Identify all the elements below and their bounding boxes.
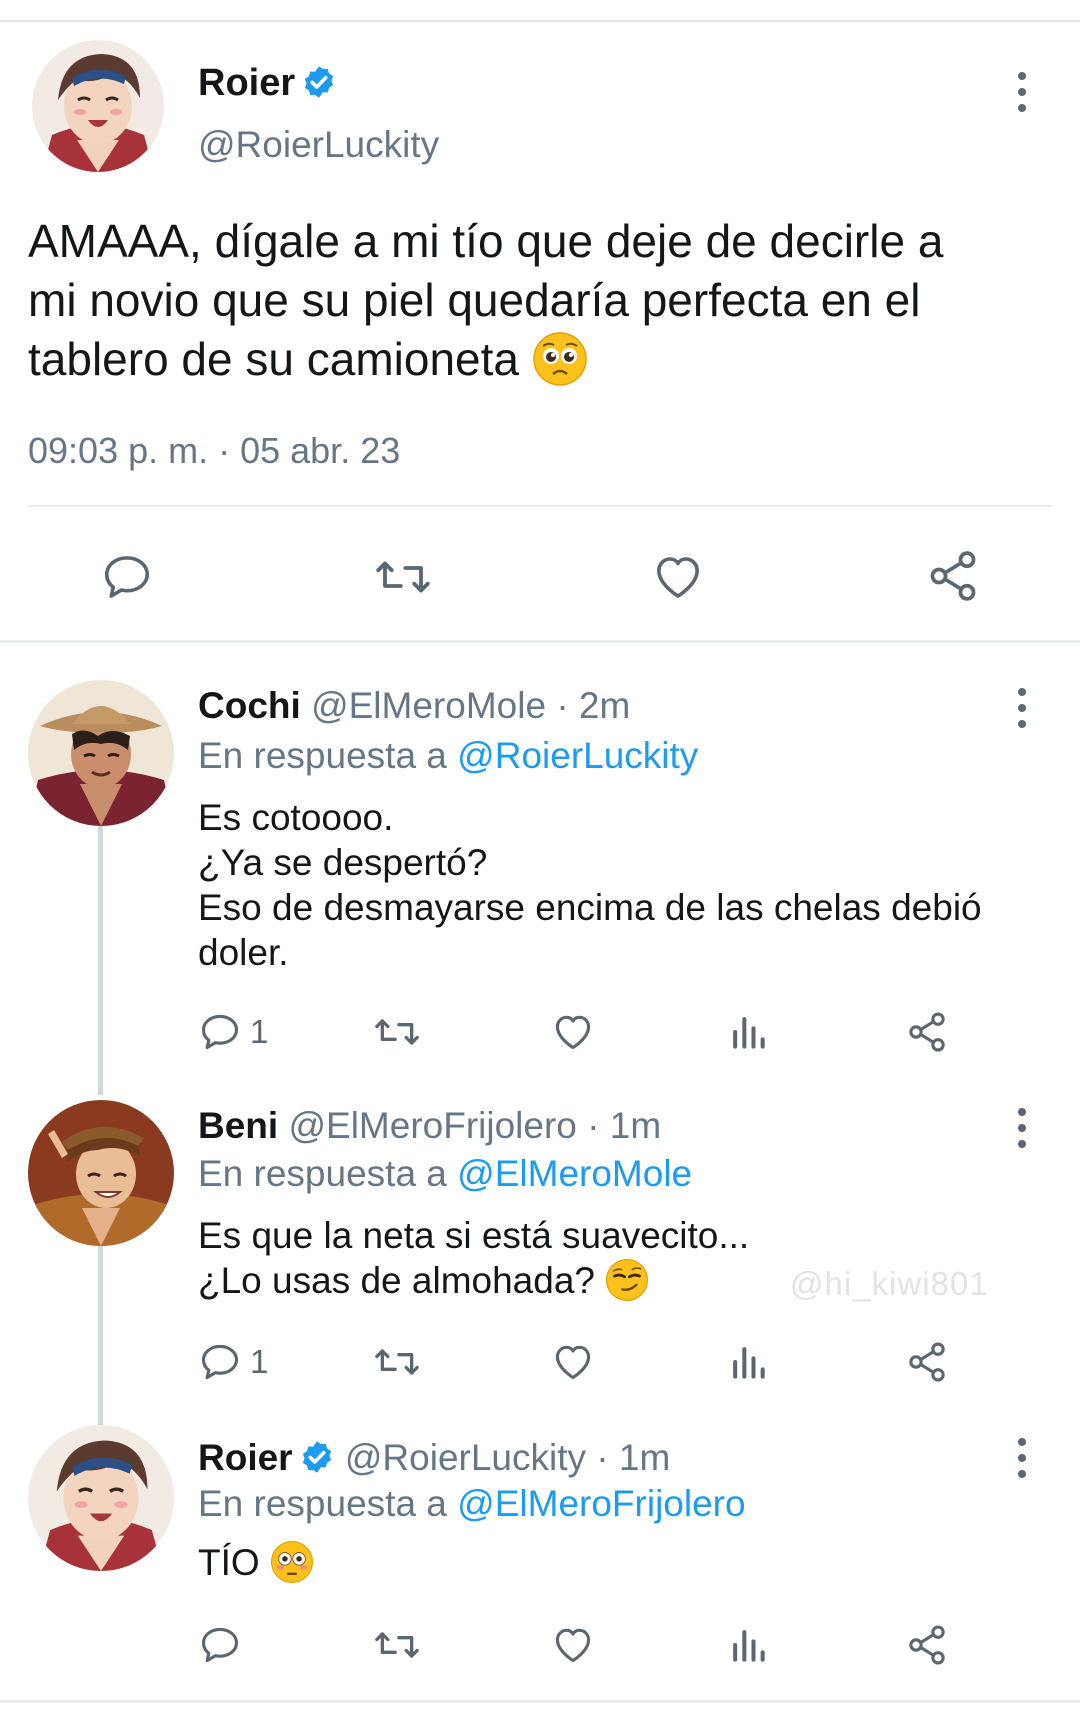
like-icon[interactable]	[550, 1623, 596, 1667]
tweet-timestamp: 09:03 p. m. · 05 abr. 23	[28, 430, 401, 471]
share-icon[interactable]	[925, 548, 981, 604]
avatar[interactable]	[32, 40, 164, 172]
reply-text-line: Es cotoooo.	[198, 797, 394, 838]
like-icon[interactable]	[550, 1010, 596, 1054]
top-divider	[0, 20, 1080, 22]
share-icon[interactable]	[905, 1623, 949, 1667]
avatar[interactable]	[28, 1425, 174, 1571]
pleading-face-emoji	[532, 331, 588, 387]
reply-header: Cochi @ElMeroMole · 2m	[198, 685, 630, 727]
avatar[interactable]	[28, 1100, 174, 1246]
retweet-icon[interactable]	[373, 1010, 421, 1054]
analytics-icon[interactable]	[728, 1340, 768, 1384]
reply-button[interactable]: 1	[198, 1010, 268, 1054]
tweet-text-line: tablero de su camioneta	[28, 330, 1048, 391]
retweet-icon[interactable]	[373, 1340, 421, 1384]
mention-link[interactable]: @ElMeroFrijolero	[457, 1483, 745, 1524]
thread-line	[98, 1245, 103, 1425]
reply-text-line: TÍO	[198, 1540, 1058, 1587]
reply-count: 1	[250, 1343, 269, 1380]
author-name[interactable]: Roier	[198, 62, 337, 105]
share-icon[interactable]	[905, 1010, 949, 1054]
more-options-icon[interactable]	[1014, 1106, 1028, 1150]
like-icon[interactable]	[550, 1340, 596, 1384]
in-reply-prefix: En respuesta a	[198, 1153, 447, 1194]
bottom-divider	[0, 1700, 1080, 1703]
flushed-face-emoji	[270, 1540, 314, 1584]
reply-time: · 1m	[587, 1105, 662, 1146]
mention-link[interactable]: @ElMeroMole	[457, 1153, 692, 1194]
reply-time: · 1m	[596, 1437, 671, 1478]
reply-author-name[interactable]: Cochi	[198, 685, 301, 726]
reply-author-handle[interactable]: @ElMeroMole	[311, 685, 546, 726]
reply-text: Es cotoooo. ¿Ya se despertó? Eso de desm…	[198, 795, 1058, 975]
reply-author-name[interactable]: Roier	[198, 1437, 335, 1478]
reply-author-handle[interactable]: @RoierLuckity	[345, 1437, 586, 1478]
reply-button[interactable]	[198, 1623, 250, 1667]
reply-text-line: ¿Ya se despertó?	[198, 842, 488, 883]
reply-header: Roier @RoierLuckity · 1m	[198, 1437, 670, 1479]
avatar[interactable]	[28, 680, 174, 826]
author-handle[interactable]: @RoierLuckity	[198, 124, 439, 166]
reply-button[interactable]: 1	[198, 1340, 268, 1384]
reply-text-line: Eso de desmayarse encima de las chelas d…	[198, 887, 982, 928]
thread-line	[98, 825, 103, 1095]
more-options-icon[interactable]	[1014, 70, 1028, 114]
share-icon[interactable]	[905, 1340, 949, 1384]
in-reply-to: En respuesta a @ElMeroFrijolero	[198, 1483, 746, 1525]
author-name-text: Roier	[198, 62, 296, 104]
tweet-text-line: mi novio que su piel quedaría perfecta e…	[28, 274, 921, 326]
retweet-icon[interactable]	[373, 1623, 421, 1667]
more-options-icon[interactable]	[1014, 1436, 1028, 1480]
verified-badge-icon	[299, 1439, 335, 1475]
verified-badge-icon	[301, 64, 337, 100]
analytics-icon[interactable]	[728, 1010, 768, 1054]
reply-header: Beni @ElMeroFrijolero · 1m	[198, 1105, 661, 1147]
tweet-text: AMAAA, dígale a mi tío que deje de decir…	[28, 212, 1048, 391]
reply-text: TÍO	[198, 1540, 1058, 1587]
in-reply-to: En respuesta a @RoierLuckity	[198, 735, 698, 777]
section-divider	[0, 640, 1080, 643]
tweet-text-line: AMAAA, dígale a mi tío que deje de decir…	[28, 215, 944, 267]
reply-icon	[201, 1014, 239, 1050]
in-reply-to: En respuesta a @ElMeroMole	[198, 1153, 692, 1195]
reply-author-name[interactable]: Beni	[198, 1105, 278, 1146]
reply-author-handle[interactable]: @ElMeroFrijolero	[288, 1105, 576, 1146]
reply-icon	[201, 1344, 239, 1380]
reply-icon	[201, 1627, 239, 1663]
reply-text-line: Es que la neta si está suavecito...	[198, 1215, 750, 1256]
reply-text-line: doler.	[198, 932, 289, 973]
reply-time: · 2m	[556, 685, 631, 726]
mention-link[interactable]: @RoierLuckity	[457, 735, 698, 776]
analytics-icon[interactable]	[728, 1623, 768, 1667]
divider	[28, 505, 1052, 507]
in-reply-prefix: En respuesta a	[198, 735, 447, 776]
reply-icon[interactable]	[100, 550, 154, 604]
watermark: @hi_kiwi801	[790, 1265, 989, 1302]
more-options-icon[interactable]	[1014, 686, 1028, 730]
in-reply-prefix: En respuesta a	[198, 1483, 447, 1524]
smirking-face-emoji	[605, 1258, 649, 1302]
like-icon[interactable]	[650, 550, 706, 604]
retweet-icon[interactable]	[373, 550, 433, 604]
reply-count: 1	[250, 1013, 269, 1050]
